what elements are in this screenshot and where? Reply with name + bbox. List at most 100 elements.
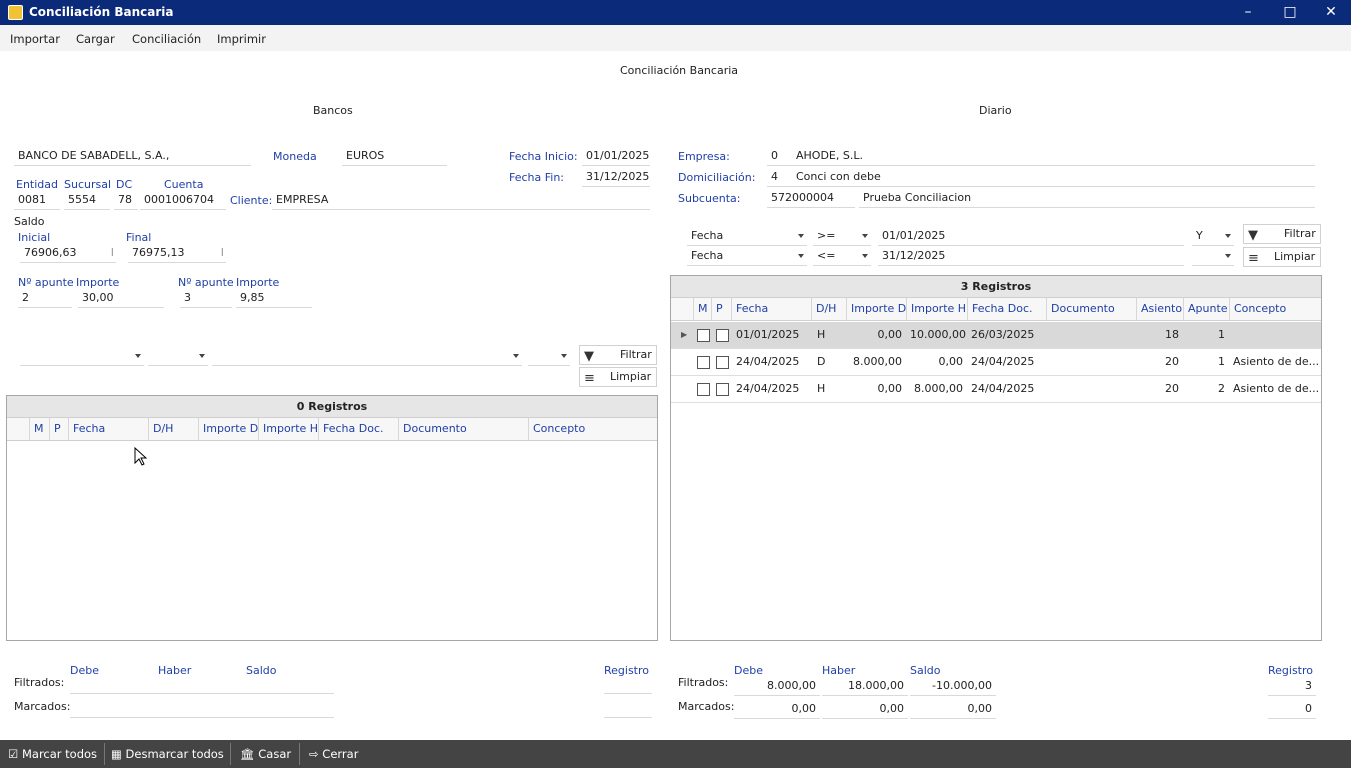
col-importe-d[interactable]: Importe D bbox=[846, 298, 906, 320]
col-dh[interactable]: D/H bbox=[811, 298, 846, 320]
apunte2-field[interactable]: 3 bbox=[180, 289, 232, 308]
casar-button[interactable]: 🏛 Casar bbox=[240, 740, 291, 768]
table-row[interactable]: 24/04/2025 D 8.000,00 0,00 24/04/2025 20… bbox=[671, 349, 1321, 376]
cerrar-button[interactable]: ⇨ Cerrar bbox=[309, 740, 358, 768]
saldo-inicial-field[interactable]: 76906,63 I bbox=[20, 244, 116, 263]
chevron-down-icon bbox=[1225, 234, 1231, 238]
cell-apunte: 2 bbox=[1218, 382, 1225, 395]
divider bbox=[104, 743, 105, 765]
desmarcar-todos-button[interactable]: ▦ Desmarcar todos bbox=[111, 740, 224, 768]
bancos-filter-join-dropdown[interactable] bbox=[528, 347, 570, 366]
diario-filter1-join-value: Y bbox=[1196, 229, 1203, 242]
col-fecha[interactable]: Fecha bbox=[731, 298, 811, 320]
importe1-label: Importe bbox=[76, 276, 120, 289]
minimize-icon[interactable]: – bbox=[1228, 0, 1268, 25]
col-documento[interactable]: Documento bbox=[398, 418, 528, 440]
col-p[interactable]: P bbox=[49, 418, 69, 440]
cliente-field[interactable]: EMPRESA bbox=[272, 191, 650, 210]
col-documento[interactable]: Documento bbox=[1046, 298, 1136, 320]
diario-filter2-op-dropdown[interactable]: <= bbox=[813, 247, 871, 266]
col-fecha-doc[interactable]: Fecha Doc. bbox=[318, 418, 398, 440]
saldo-label: Saldo bbox=[14, 215, 45, 228]
diario-marcados-debe: 0,00 bbox=[734, 700, 820, 719]
sucursal-field[interactable]: 5554 bbox=[64, 191, 110, 210]
menu-cargar[interactable]: Cargar bbox=[76, 32, 115, 46]
bancos-filtrar-button[interactable]: ▼ Filtrar bbox=[579, 345, 657, 365]
bancos-marcados-registro bbox=[604, 699, 652, 718]
col-fecha-doc[interactable]: Fecha Doc. bbox=[967, 298, 1046, 320]
col-dh[interactable]: D/H bbox=[148, 418, 198, 440]
filter-clear-icon: ≡ bbox=[1248, 251, 1259, 266]
bancos-filter-value-dropdown[interactable] bbox=[212, 347, 522, 366]
row-p-checkbox[interactable] bbox=[716, 383, 729, 396]
maximize-icon[interactable]: □ bbox=[1270, 0, 1310, 25]
col-importe-h[interactable]: Importe H bbox=[906, 298, 967, 320]
diario-filtrados-debe: 8.000,00 bbox=[734, 677, 820, 696]
cell-importe-h: 0,00 bbox=[938, 355, 964, 368]
bancos-grid[interactable]: 0 Registros M P Fecha D/H Importe D Impo… bbox=[6, 395, 658, 641]
table-row[interactable]: ▶ 01/01/2025 H 0,00 10.000,00 26/03/2025… bbox=[671, 322, 1321, 349]
diario-filter2-value-field[interactable]: 31/12/2025 bbox=[878, 247, 1184, 266]
moneda-field[interactable]: EUROS bbox=[342, 147, 447, 166]
diario-filtrar-button[interactable]: ▼ Filtrar bbox=[1243, 224, 1321, 244]
diario-limpiar-button[interactable]: ≡ Limpiar bbox=[1243, 247, 1321, 267]
bank-icon: 🏛 bbox=[240, 747, 255, 761]
bancos-filter-op-dropdown[interactable] bbox=[148, 347, 208, 366]
marcar-todos-button[interactable]: ☑ Marcar todos bbox=[8, 740, 97, 768]
menu-importar[interactable]: Importar bbox=[10, 32, 60, 46]
fecha-fin-field[interactable]: 31/12/2025 bbox=[582, 168, 650, 187]
empresa-name-field[interactable]: AHODE, S.L. bbox=[792, 147, 1315, 166]
row-m-checkbox[interactable] bbox=[697, 329, 710, 342]
col-asiento[interactable]: Asiento bbox=[1136, 298, 1183, 320]
diario-filter2-join-dropdown[interactable] bbox=[1192, 247, 1234, 266]
col-apunte[interactable]: Apunte bbox=[1183, 298, 1229, 320]
apunte1-field[interactable]: 2 bbox=[18, 289, 72, 308]
table-row[interactable]: 24/04/2025 H 0,00 8.000,00 24/04/2025 20… bbox=[671, 376, 1321, 403]
row-m-checkbox[interactable] bbox=[697, 356, 710, 369]
diario-filtrados-label: Filtrados: bbox=[678, 676, 729, 689]
col-importe-h[interactable]: Importe H bbox=[258, 418, 318, 440]
domiciliacion-code-field[interactable]: 4 bbox=[767, 168, 793, 187]
close-icon[interactable]: ✕ bbox=[1311, 0, 1351, 25]
cuenta-field[interactable]: 0001006704 bbox=[140, 191, 226, 210]
row-p-checkbox[interactable] bbox=[716, 329, 729, 342]
importe1-field[interactable]: 30,00 bbox=[78, 289, 164, 308]
dc-label: DC bbox=[116, 178, 133, 191]
cell-dh: H bbox=[817, 382, 826, 395]
importe2-field[interactable]: 9,85 bbox=[236, 289, 312, 308]
fecha-inicio-field[interactable]: 01/01/2025 bbox=[582, 147, 650, 166]
diario-filter2-field-value: Fecha bbox=[691, 249, 724, 262]
empresa-code-field[interactable]: 0 bbox=[767, 147, 793, 166]
saldo-final-field[interactable]: 76975,13 I bbox=[128, 244, 226, 263]
diario-filter1-field-dropdown[interactable]: Fecha bbox=[687, 227, 807, 246]
exit-icon: ⇨ bbox=[309, 747, 319, 761]
apunte2-label: Nº apunte bbox=[178, 276, 234, 289]
diario-filter1-value-field[interactable]: 01/01/2025 bbox=[878, 227, 1184, 246]
diario-filter1-join-dropdown[interactable]: Y bbox=[1192, 227, 1234, 246]
col-m[interactable]: M bbox=[29, 418, 49, 440]
col-m[interactable]: M bbox=[693, 298, 711, 320]
domiciliacion-name-field[interactable]: Conci con debe bbox=[792, 168, 1315, 187]
diario-filter2-field-dropdown[interactable]: Fecha bbox=[687, 247, 807, 266]
entidad-field[interactable]: 0081 bbox=[14, 191, 60, 210]
col-concepto[interactable]: Concepto bbox=[528, 418, 657, 440]
menu-conciliacion[interactable]: Conciliación bbox=[132, 32, 201, 46]
col-fecha[interactable]: Fecha bbox=[68, 418, 148, 440]
cell-dh: D bbox=[817, 355, 826, 368]
col-concepto[interactable]: Concepto bbox=[1229, 298, 1321, 320]
apunte1-label: Nº apunte bbox=[18, 276, 74, 289]
dc-field[interactable]: 78 bbox=[114, 191, 138, 210]
subcuenta-name-field[interactable]: Prueba Conciliacion bbox=[859, 189, 1315, 208]
row-p-checkbox[interactable] bbox=[716, 356, 729, 369]
diario-filter1-op-dropdown[interactable]: >= bbox=[813, 227, 871, 246]
bank-name-field[interactable]: BANCO DE SABADELL, S.A., bbox=[14, 147, 251, 166]
bancos-filter-field-dropdown[interactable] bbox=[20, 347, 144, 366]
col-p[interactable]: P bbox=[711, 298, 731, 320]
col-importe-d[interactable]: Importe D bbox=[198, 418, 258, 440]
bancos-limpiar-button[interactable]: ≡ Limpiar bbox=[579, 367, 657, 387]
menu-imprimir[interactable]: Imprimir bbox=[217, 32, 266, 46]
diario-filter1-field-value: Fecha bbox=[691, 229, 724, 242]
subcuenta-code-field[interactable]: 572000004 bbox=[767, 189, 855, 208]
diario-grid[interactable]: 3 Registros M P Fecha D/H Importe D Impo… bbox=[670, 275, 1322, 641]
row-m-checkbox[interactable] bbox=[697, 383, 710, 396]
